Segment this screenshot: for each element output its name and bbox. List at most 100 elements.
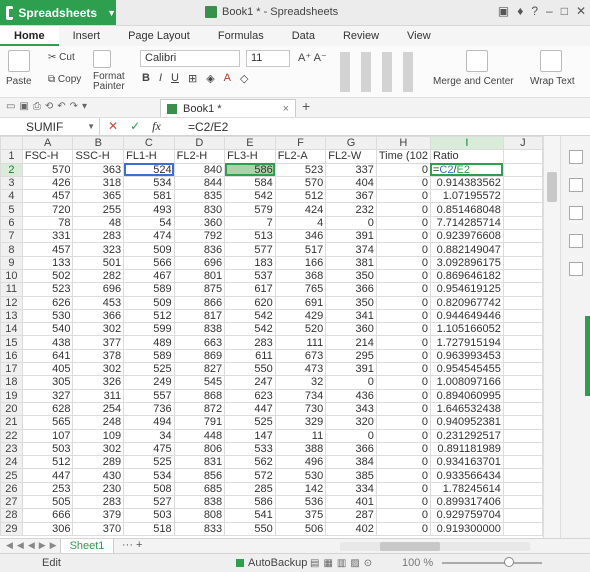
cell[interactable]: 833 <box>173 521 226 536</box>
row-header[interactable]: 14 <box>0 322 23 337</box>
merge-center-button[interactable] <box>466 50 488 75</box>
cell[interactable]: 378 <box>72 348 125 364</box>
function-icon[interactable]: fx <box>152 119 161 134</box>
row-header[interactable]: 7 <box>0 229 23 244</box>
cell[interactable]: 166 <box>274 255 327 270</box>
copy-button[interactable]: ⧉ Copy <box>48 74 81 85</box>
cell[interactable]: 424 <box>274 202 327 217</box>
column-header-a[interactable]: A <box>21 136 74 151</box>
cell[interactable]: 0.944649446 <box>429 308 504 324</box>
cell[interactable]: 1.78245614 <box>429 481 504 497</box>
cell[interactable]: 0.940952381 <box>429 415 504 430</box>
cell[interactable]: 331 <box>21 229 74 244</box>
cell[interactable]: 734 <box>274 388 327 403</box>
active-cell[interactable]: =C2/E2 <box>429 162 504 177</box>
column-header-f[interactable]: F <box>274 136 327 151</box>
cell[interactable]: 512 <box>274 189 327 204</box>
cell[interactable]: 448 <box>173 428 226 443</box>
cell[interactable]: 142 <box>274 481 327 497</box>
row-header[interactable]: 23 <box>0 441 23 457</box>
cell[interactable]: 375 <box>274 508 327 523</box>
cell[interactable]: 426 <box>21 175 74 191</box>
cell[interactable]: 467 <box>123 268 175 284</box>
tab-data[interactable]: Data <box>278 26 329 46</box>
cell[interactable]: 230 <box>72 481 125 497</box>
panel-toggle[interactable] <box>585 316 590 396</box>
select-all-corner[interactable] <box>0 136 23 151</box>
cell[interactable]: 589 <box>123 348 175 364</box>
cell[interactable]: 503 <box>21 441 74 457</box>
row-header[interactable]: 12 <box>0 295 23 310</box>
cell[interactable]: 11 <box>274 428 327 443</box>
column-header-i[interactable]: I <box>429 136 504 151</box>
cell[interactable]: 570 <box>21 162 74 177</box>
cell[interactable]: 363 <box>72 162 125 177</box>
row-header[interactable]: 4 <box>0 189 23 204</box>
cell[interactable]: 32 <box>274 375 327 390</box>
cell[interactable]: 685 <box>173 481 226 497</box>
cell[interactable]: 730 <box>274 401 327 417</box>
cell[interactable] <box>502 481 543 497</box>
cell[interactable]: 577 <box>224 242 276 257</box>
tab-page-layout[interactable]: Page Layout <box>114 26 204 46</box>
cell[interactable]: 289 <box>72 455 125 470</box>
cell[interactable]: 663 <box>173 335 226 350</box>
tab-formulas[interactable]: Formulas <box>204 26 278 46</box>
cell[interactable]: 305 <box>21 375 74 390</box>
cell[interactable]: 401 <box>325 495 377 510</box>
panel-image-icon[interactable] <box>569 234 583 248</box>
font-family-select[interactable]: Calibri <box>140 50 240 67</box>
cell[interactable]: 0 <box>375 295 431 310</box>
cell[interactable] <box>502 268 543 284</box>
cell[interactable]: 696 <box>173 255 226 270</box>
row-header[interactable]: 27 <box>0 495 23 510</box>
cell[interactable]: 0 <box>375 242 431 257</box>
view-mode-icons[interactable]: ▤▦▥▨⊙ <box>310 558 376 569</box>
cell[interactable]: 496 <box>274 455 327 470</box>
cell[interactable]: 550 <box>224 362 276 377</box>
cell[interactable]: 541 <box>224 508 276 523</box>
cell[interactable] <box>502 322 543 337</box>
header-cell[interactable]: FL2-H <box>173 149 226 164</box>
cell[interactable]: 565 <box>21 415 74 430</box>
cell[interactable] <box>502 242 543 257</box>
cell[interactable]: 628 <box>21 401 74 417</box>
row-header[interactable]: 25 <box>0 468 23 483</box>
fill-color-icon[interactable]: ◈ <box>206 72 214 85</box>
paste-button[interactable] <box>8 50 30 75</box>
cell[interactable]: 620 <box>224 295 276 310</box>
cell[interactable]: 253 <box>21 481 74 497</box>
bold-icon[interactable]: B <box>142 72 150 85</box>
cell[interactable]: 0 <box>375 495 431 510</box>
cell[interactable]: 381 <box>325 255 377 270</box>
cell[interactable]: 868 <box>173 388 226 403</box>
panel-select-icon[interactable] <box>569 178 583 192</box>
cell[interactable]: 827 <box>173 362 226 377</box>
tab-view[interactable]: View <box>393 26 445 46</box>
cell[interactable]: 320 <box>325 415 377 430</box>
cell[interactable]: 107 <box>21 428 74 443</box>
cell[interactable]: 385 <box>325 468 377 483</box>
header-cell[interactable]: FSC-H <box>21 149 74 164</box>
cell[interactable]: 405 <box>21 362 74 377</box>
tab-insert[interactable]: Insert <box>59 26 115 46</box>
header-cell[interactable] <box>502 149 543 164</box>
cell[interactable]: 0.934163701 <box>429 455 504 470</box>
cell[interactable] <box>502 189 543 204</box>
cell[interactable]: 808 <box>173 508 226 523</box>
row-header[interactable]: 2 <box>0 162 23 177</box>
cell[interactable]: 0.899317406 <box>429 495 504 510</box>
cell[interactable]: 0 <box>375 362 431 377</box>
column-header-e[interactable]: E <box>224 136 276 151</box>
cell[interactable]: 523 <box>274 162 327 177</box>
column-header-b[interactable]: B <box>72 136 125 151</box>
cell[interactable]: 589 <box>123 282 175 297</box>
cell[interactable]: 533 <box>224 441 276 457</box>
cell[interactable]: 474 <box>123 229 175 244</box>
cell[interactable]: 350 <box>325 268 377 284</box>
cell[interactable] <box>502 362 543 377</box>
cell[interactable]: 0 <box>375 162 431 177</box>
row-header[interactable]: 21 <box>0 415 23 430</box>
row-header[interactable]: 8 <box>0 242 23 257</box>
cell[interactable]: 537 <box>224 268 276 284</box>
